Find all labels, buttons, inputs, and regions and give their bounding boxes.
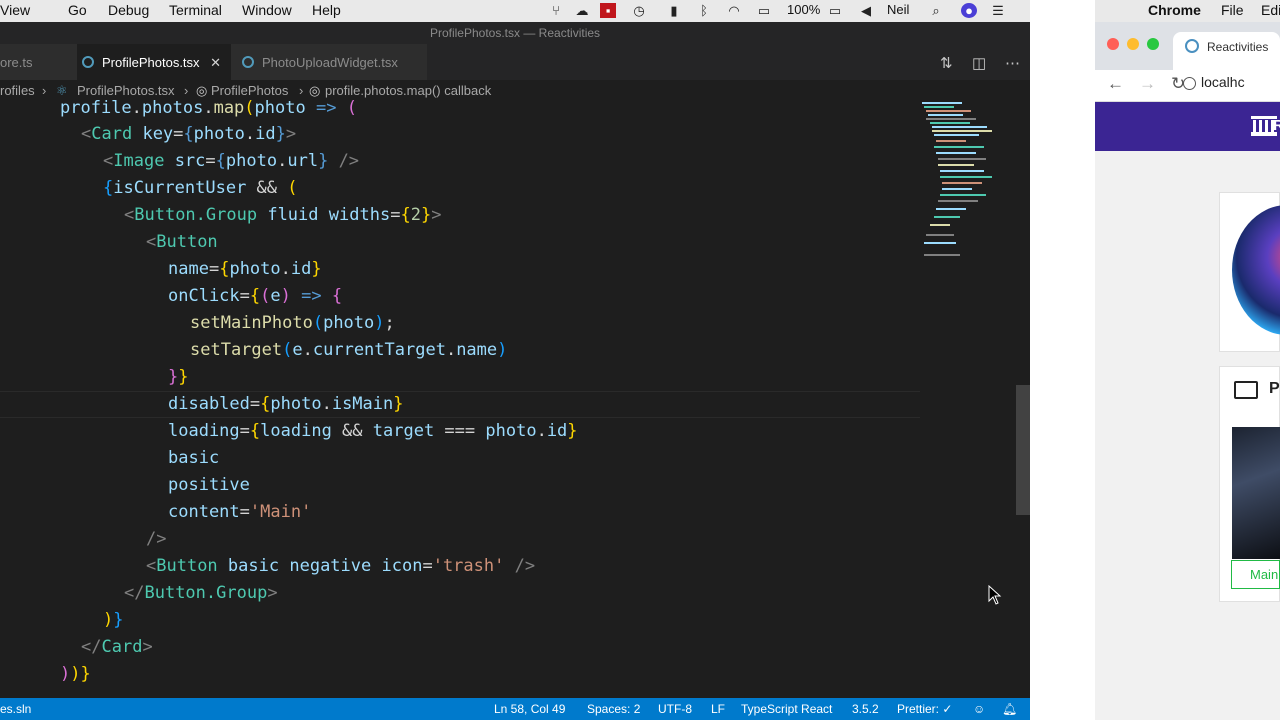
code-editor[interactable]: profile.photos.map(photo => ( <Card key=… — [0, 95, 920, 695]
app-navbar: R — [1095, 102, 1280, 151]
volume-icon[interactable]: ◀ — [858, 3, 874, 18]
battery-percent: 100% — [787, 2, 821, 17]
status-indentation[interactable]: Spaces: 2 — [587, 698, 640, 720]
open-changes-icon[interactable]: ⇅ — [940, 54, 953, 72]
status-language[interactable]: TypeScript React — [741, 698, 832, 720]
code-line: onClick={(e) => { — [168, 286, 343, 306]
code-line: name={photo.id} — [168, 259, 322, 279]
status-prettier[interactable]: Prettier: ✓ — [897, 698, 952, 720]
code-line: </Card> — [81, 637, 153, 657]
menu-window[interactable]: Window — [242, 2, 292, 18]
status-cursor-position[interactable]: Ln 58, Col 49 — [494, 698, 565, 720]
fork-icon[interactable]: ⑂ — [548, 3, 564, 18]
code-line: ))} — [60, 664, 91, 684]
window-title: ProfilePhotos.tsx — Reactivities — [0, 22, 1030, 44]
code-line: </Button.Group> — [124, 583, 278, 603]
mac-menubar: View Go Debug Terminal Window Help ⑂ ☁ ▪… — [0, 0, 1030, 22]
menu-help[interactable]: Help — [312, 2, 341, 18]
bluetooth-icon[interactable]: ᛒ — [696, 3, 712, 18]
tab-label: ore.ts — [0, 55, 33, 70]
minimize-window-button[interactable] — [1127, 38, 1139, 50]
browser-tab[interactable]: Reactivities — [1173, 32, 1280, 70]
status-eol[interactable]: LF — [711, 698, 725, 720]
user-name[interactable]: Neil — [887, 2, 909, 17]
code-line: setTarget(e.currentTarget.name) — [190, 340, 508, 360]
menu-edit[interactable]: Edi — [1261, 2, 1280, 18]
react-file-icon — [82, 56, 94, 68]
more-actions-icon[interactable]: ⋯ — [1005, 54, 1020, 72]
menu-view[interactable]: View — [0, 2, 30, 18]
forward-arrow-icon[interactable]: → — [1139, 74, 1156, 94]
code-line: setMainPhoto(photo); — [190, 313, 395, 333]
code-line: basic — [168, 448, 220, 468]
minimap[interactable] — [920, 100, 1000, 260]
react-file-icon — [242, 56, 254, 68]
menu-file[interactable]: File — [1221, 2, 1244, 18]
bell-icon[interactable]: 🔔︎ — [1002, 698, 1017, 720]
close-window-button[interactable] — [1107, 38, 1119, 50]
tab-photo-upload-widget[interactable]: PhotoUploadWidget.tsx — [231, 44, 427, 80]
spotlight-search-icon[interactable]: ⌕ — [928, 3, 944, 18]
chrome-tabstrip: Reactivities — [1095, 22, 1280, 70]
code-line: {isCurrentUser && ( — [103, 178, 298, 198]
code-line: loading={loading && target === photo.id} — [168, 421, 578, 441]
wifi-icon[interactable]: ◠ — [726, 3, 742, 18]
code-line: <Button.Group fluid widths={2}> — [124, 205, 442, 225]
code-line: disabled={photo.isMain} — [168, 394, 404, 414]
time-machine-icon[interactable]: ◷ — [631, 3, 647, 18]
tab-label: ProfilePhotos.tsx — [102, 55, 200, 70]
cloud-icon[interactable]: ☁ — [574, 3, 590, 18]
code-line: content='Main' — [168, 502, 312, 522]
vertical-scrollbar[interactable] — [1016, 385, 1030, 515]
back-arrow-icon[interactable]: ← — [1107, 74, 1124, 94]
code-line: }} — [168, 367, 189, 387]
browser-tab-title: Reactivities — [1207, 40, 1269, 54]
code-line: <Card key={photo.id}> — [81, 124, 297, 144]
current-line-highlight — [0, 391, 920, 418]
airplay-icon[interactable]: ▭ — [756, 3, 772, 18]
set-main-button[interactable]: Main — [1231, 560, 1280, 589]
chrome-menubar: Chrome File Edi — [1095, 0, 1280, 22]
tab-profile-photos[interactable]: ProfilePhotos.tsx ✕ — [77, 44, 231, 80]
code-line: <Button — [146, 232, 218, 252]
status-encoding[interactable]: UTF-8 — [658, 698, 692, 720]
mouse-pointer-icon — [988, 585, 1002, 605]
tab-store[interactable]: ore.ts — [0, 44, 77, 80]
notification-center-icon[interactable]: ☰ — [990, 3, 1006, 18]
photo-thumbnail — [1232, 427, 1280, 559]
code-line: )} — [103, 610, 124, 630]
code-line: /> — [146, 529, 167, 549]
status-bar: es.sln Ln 58, Col 49 Spaces: 2 UTF-8 LF … — [0, 698, 1030, 720]
menu-terminal[interactable]: Terminal — [169, 2, 222, 18]
tab-label: PhotoUploadWidget.tsx — [262, 55, 398, 70]
split-editor-icon[interactable]: ◫ — [972, 54, 986, 72]
code-line: positive — [168, 475, 250, 495]
siri-icon[interactable]: ● — [961, 3, 977, 18]
app-menu-chrome[interactable]: Chrome — [1148, 2, 1201, 18]
chrome-toolbar: ← → ↻ localhc — [1095, 70, 1280, 102]
sidebar-icon[interactable]: ▮ — [666, 3, 682, 18]
menu-go[interactable]: Go — [68, 2, 87, 18]
set-main-label: Main — [1250, 567, 1279, 582]
photos-title: P — [1269, 380, 1280, 397]
battery-icon[interactable]: ▭ — [825, 3, 845, 18]
editor-tabs: ore.ts ProfilePhotos.tsx ✕ PhotoUploadWi… — [0, 44, 1030, 80]
status-ts-version[interactable]: 3.5.2 — [852, 698, 879, 720]
status-solution[interactable]: es.sln — [0, 698, 31, 720]
feedback-smiley-icon[interactable]: ☺ — [973, 698, 985, 720]
zoom-window-button[interactable] — [1147, 38, 1159, 50]
code-line: <Image src={photo.url} /> — [103, 151, 360, 171]
image-icon — [1234, 381, 1258, 399]
close-icon[interactable]: ✕ — [210, 44, 221, 82]
app-brand-text[interactable]: R — [1273, 117, 1280, 134]
record-icon[interactable]: ▪ — [600, 3, 616, 18]
react-favicon-icon — [1185, 39, 1199, 53]
code-line: profile.photos.map(photo => ( — [60, 98, 357, 118]
site-info-icon[interactable] — [1183, 77, 1196, 90]
code-line: <Button basic negative icon='trash' /> — [146, 556, 536, 576]
address-bar[interactable]: localhc — [1201, 74, 1245, 90]
desktop-gap — [1030, 0, 1095, 720]
menu-debug[interactable]: Debug — [108, 2, 149, 18]
